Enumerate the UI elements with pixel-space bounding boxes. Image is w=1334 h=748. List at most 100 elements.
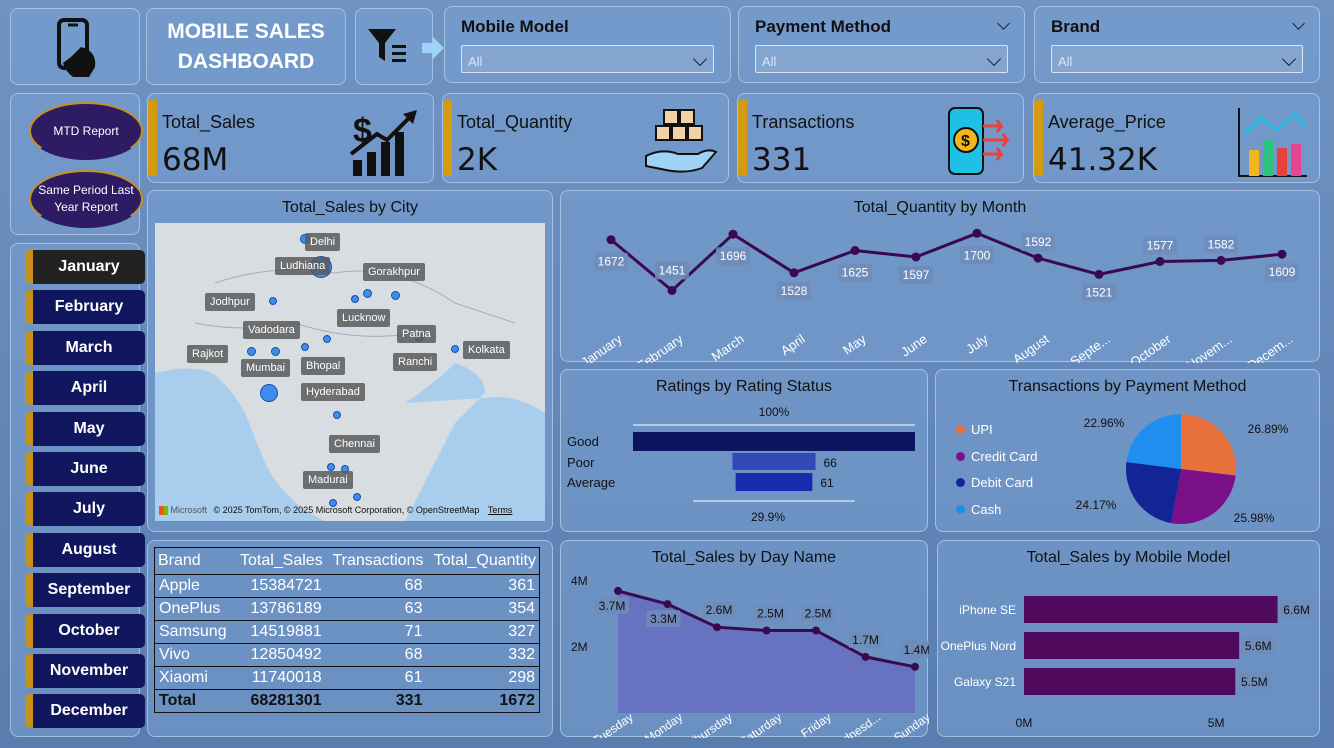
model-bar xyxy=(1024,668,1236,695)
table-cell: 361 xyxy=(426,574,540,598)
sales-by-model-panel: Total_Sales by Mobile Model iPhone SE 6.6… xyxy=(937,540,1320,737)
slicer-payment-method[interactable]: Payment Method All xyxy=(738,6,1025,83)
month-button-april[interactable]: April xyxy=(25,371,145,406)
phone-payment-icon: $ xyxy=(948,107,1010,175)
chevron-down-icon[interactable] xyxy=(997,17,1010,30)
month-button-march[interactable]: March xyxy=(25,330,145,365)
table-row[interactable]: Apple 15384721 68 361 xyxy=(154,574,540,598)
quantity-point xyxy=(667,285,677,295)
mtd-report-button[interactable]: MTD Report xyxy=(29,102,143,160)
table-row[interactable]: Vivo 12850492 68 332 xyxy=(154,643,540,667)
table-cell: 68 xyxy=(325,643,427,667)
city-bubble[interactable] xyxy=(246,346,256,356)
month-button-september[interactable]: September xyxy=(25,573,145,608)
city-bubble[interactable] xyxy=(323,335,331,343)
table-cell: 68281301 xyxy=(233,689,326,713)
table-row[interactable]: Samsung 14519881 71 327 xyxy=(154,620,540,644)
city-bubble[interactable] xyxy=(451,345,459,353)
city-bubble[interactable] xyxy=(327,463,335,471)
kpi-label: Total_Sales xyxy=(162,112,256,132)
quantity-data-label: 1592 xyxy=(1025,235,1052,249)
table-header-cell[interactable]: Brand xyxy=(154,547,234,575)
city-label-hyderabad: Hyderabad xyxy=(301,383,365,401)
kpi-label: Total_Quantity xyxy=(457,112,573,132)
month-button-november[interactable]: November xyxy=(25,654,145,688)
quantity-line-chart[interactable]: 1672 1451 1696 1528 1625 1597 1700 1592 1521 1577… xyxy=(561,191,1321,363)
month-button-january[interactable]: January xyxy=(25,250,145,284)
month-slicer-panel: January February March April May June July Augu… xyxy=(10,243,145,737)
chevron-down-icon[interactable] xyxy=(692,51,708,67)
slicer-dropdown[interactable]: All xyxy=(1051,45,1303,73)
city-bubble[interactable] xyxy=(269,297,277,305)
slicer-dropdown[interactable]: All xyxy=(755,45,1008,73)
dollar-growth-icon: $ xyxy=(349,110,417,176)
kpi-total-sales: Total_Sales 68M $ xyxy=(147,93,434,183)
city-bubble[interactable] xyxy=(351,295,359,303)
city-bubble[interactable] xyxy=(301,343,309,351)
chevron-down-icon[interactable] xyxy=(986,51,1002,67)
map-canvas[interactable]: Delhi Ludhiana Gorakhpur Jodhpur Lucknow Vado… xyxy=(155,223,545,521)
day-tick-label: Thursday xyxy=(686,710,735,738)
slicer-value: All xyxy=(762,54,777,69)
month-button-may[interactable]: May xyxy=(25,411,145,446)
same-period-report-button[interactable]: Same Period Last Year Report xyxy=(29,170,143,228)
pie-slice xyxy=(1181,414,1236,476)
table-cell: 331 xyxy=(325,689,427,713)
city-bubble[interactable] xyxy=(362,288,372,298)
slicer-mobile-model[interactable]: Mobile Model All xyxy=(444,6,731,83)
kpi-total-quantity: Total_Quantity 2K xyxy=(442,93,729,183)
quantity-by-month-panel: Total_Quantity by Month 1672 1451 1696 1528… xyxy=(560,190,1321,363)
chevron-down-icon[interactable] xyxy=(1281,51,1297,67)
model-bar-chart[interactable]: iPhone SE 6.6M OnePlus Nord 5.6M Galaxy S21 5… xyxy=(938,541,1321,738)
slicer-dropdown[interactable]: All xyxy=(461,45,714,73)
quantity-data-label: 1582 xyxy=(1208,237,1235,251)
table-cell: 298 xyxy=(426,666,540,690)
microsoft-logo-icon xyxy=(159,506,168,515)
month-button-february[interactable]: February xyxy=(25,290,145,325)
city-bubble[interactable] xyxy=(260,384,278,402)
city-bubble[interactable] xyxy=(390,290,400,300)
table-cell: 354 xyxy=(426,597,540,621)
table-cell: 13786189 xyxy=(233,597,326,621)
month-button-december[interactable]: December xyxy=(25,694,145,729)
slicer-label: Mobile Model xyxy=(461,17,569,36)
kpi-value: 2K xyxy=(457,142,498,178)
brand-table-panel: Brand Total_Sales Transactions Total_Quanti… xyxy=(147,540,553,737)
kpi-label: Transactions xyxy=(752,112,855,132)
table-total-row[interactable]: Total 68281301 331 1672 xyxy=(154,689,540,713)
table-header-cell[interactable]: Total_Sales xyxy=(233,547,326,575)
table-header-cell[interactable]: Total_Quantity xyxy=(426,547,540,575)
percent-bottom-label: 29.9% xyxy=(751,510,785,524)
table-cell: 1672 xyxy=(426,689,540,713)
table-row[interactable]: OnePlus 13786189 63 354 xyxy=(154,597,540,621)
table-row[interactable]: Xiaomi 11740018 61 298 xyxy=(154,666,540,690)
ratings-bar-chart[interactable]: 100% Good Poor 66 Average 61 29.9% xyxy=(561,370,929,533)
table-cell: 11740018 xyxy=(233,666,326,690)
table-header-cell[interactable]: Transactions xyxy=(325,547,427,575)
rating-bar xyxy=(735,473,813,491)
city-bubble[interactable] xyxy=(270,346,280,356)
city-label-bhopal: Bhopal xyxy=(301,357,346,375)
rating-value-label: 66 xyxy=(824,456,838,470)
day-tick-label: Saturday xyxy=(737,710,784,738)
month-button-august[interactable]: August xyxy=(25,532,145,567)
city-bubble[interactable] xyxy=(333,411,341,419)
slicer-value: All xyxy=(468,54,483,69)
slicer-brand[interactable]: Brand All xyxy=(1034,6,1320,83)
pie-data-label: 22.96% xyxy=(1084,416,1125,430)
month-button-july[interactable]: July xyxy=(25,492,145,527)
dashboard-title-panel: MOBILE SALES DASHBOARD xyxy=(146,8,346,85)
chevron-down-icon[interactable] xyxy=(1292,17,1305,30)
month-tick-label: April xyxy=(778,331,808,358)
city-bubble[interactable] xyxy=(353,493,361,501)
day-area-chart[interactable]: 4M 2M 3.7M 3.3M 2.6M 2.5M 2.5M 1.7M 1.4M Tuesday M… xyxy=(561,541,929,738)
day-tick-label: Monday xyxy=(642,710,685,738)
slicer-value: All xyxy=(1058,54,1073,69)
payment-pie-chart[interactable]: 26.89% 25.98% 24.17% 22.96% xyxy=(936,370,1321,533)
month-button-june[interactable]: June xyxy=(25,452,145,486)
map-terms-link[interactable]: Terms xyxy=(488,505,513,515)
month-button-october[interactable]: October xyxy=(25,613,145,648)
quantity-point xyxy=(1277,249,1287,259)
city-label-madurai: Madurai xyxy=(303,471,353,489)
filter-icon xyxy=(368,29,406,62)
